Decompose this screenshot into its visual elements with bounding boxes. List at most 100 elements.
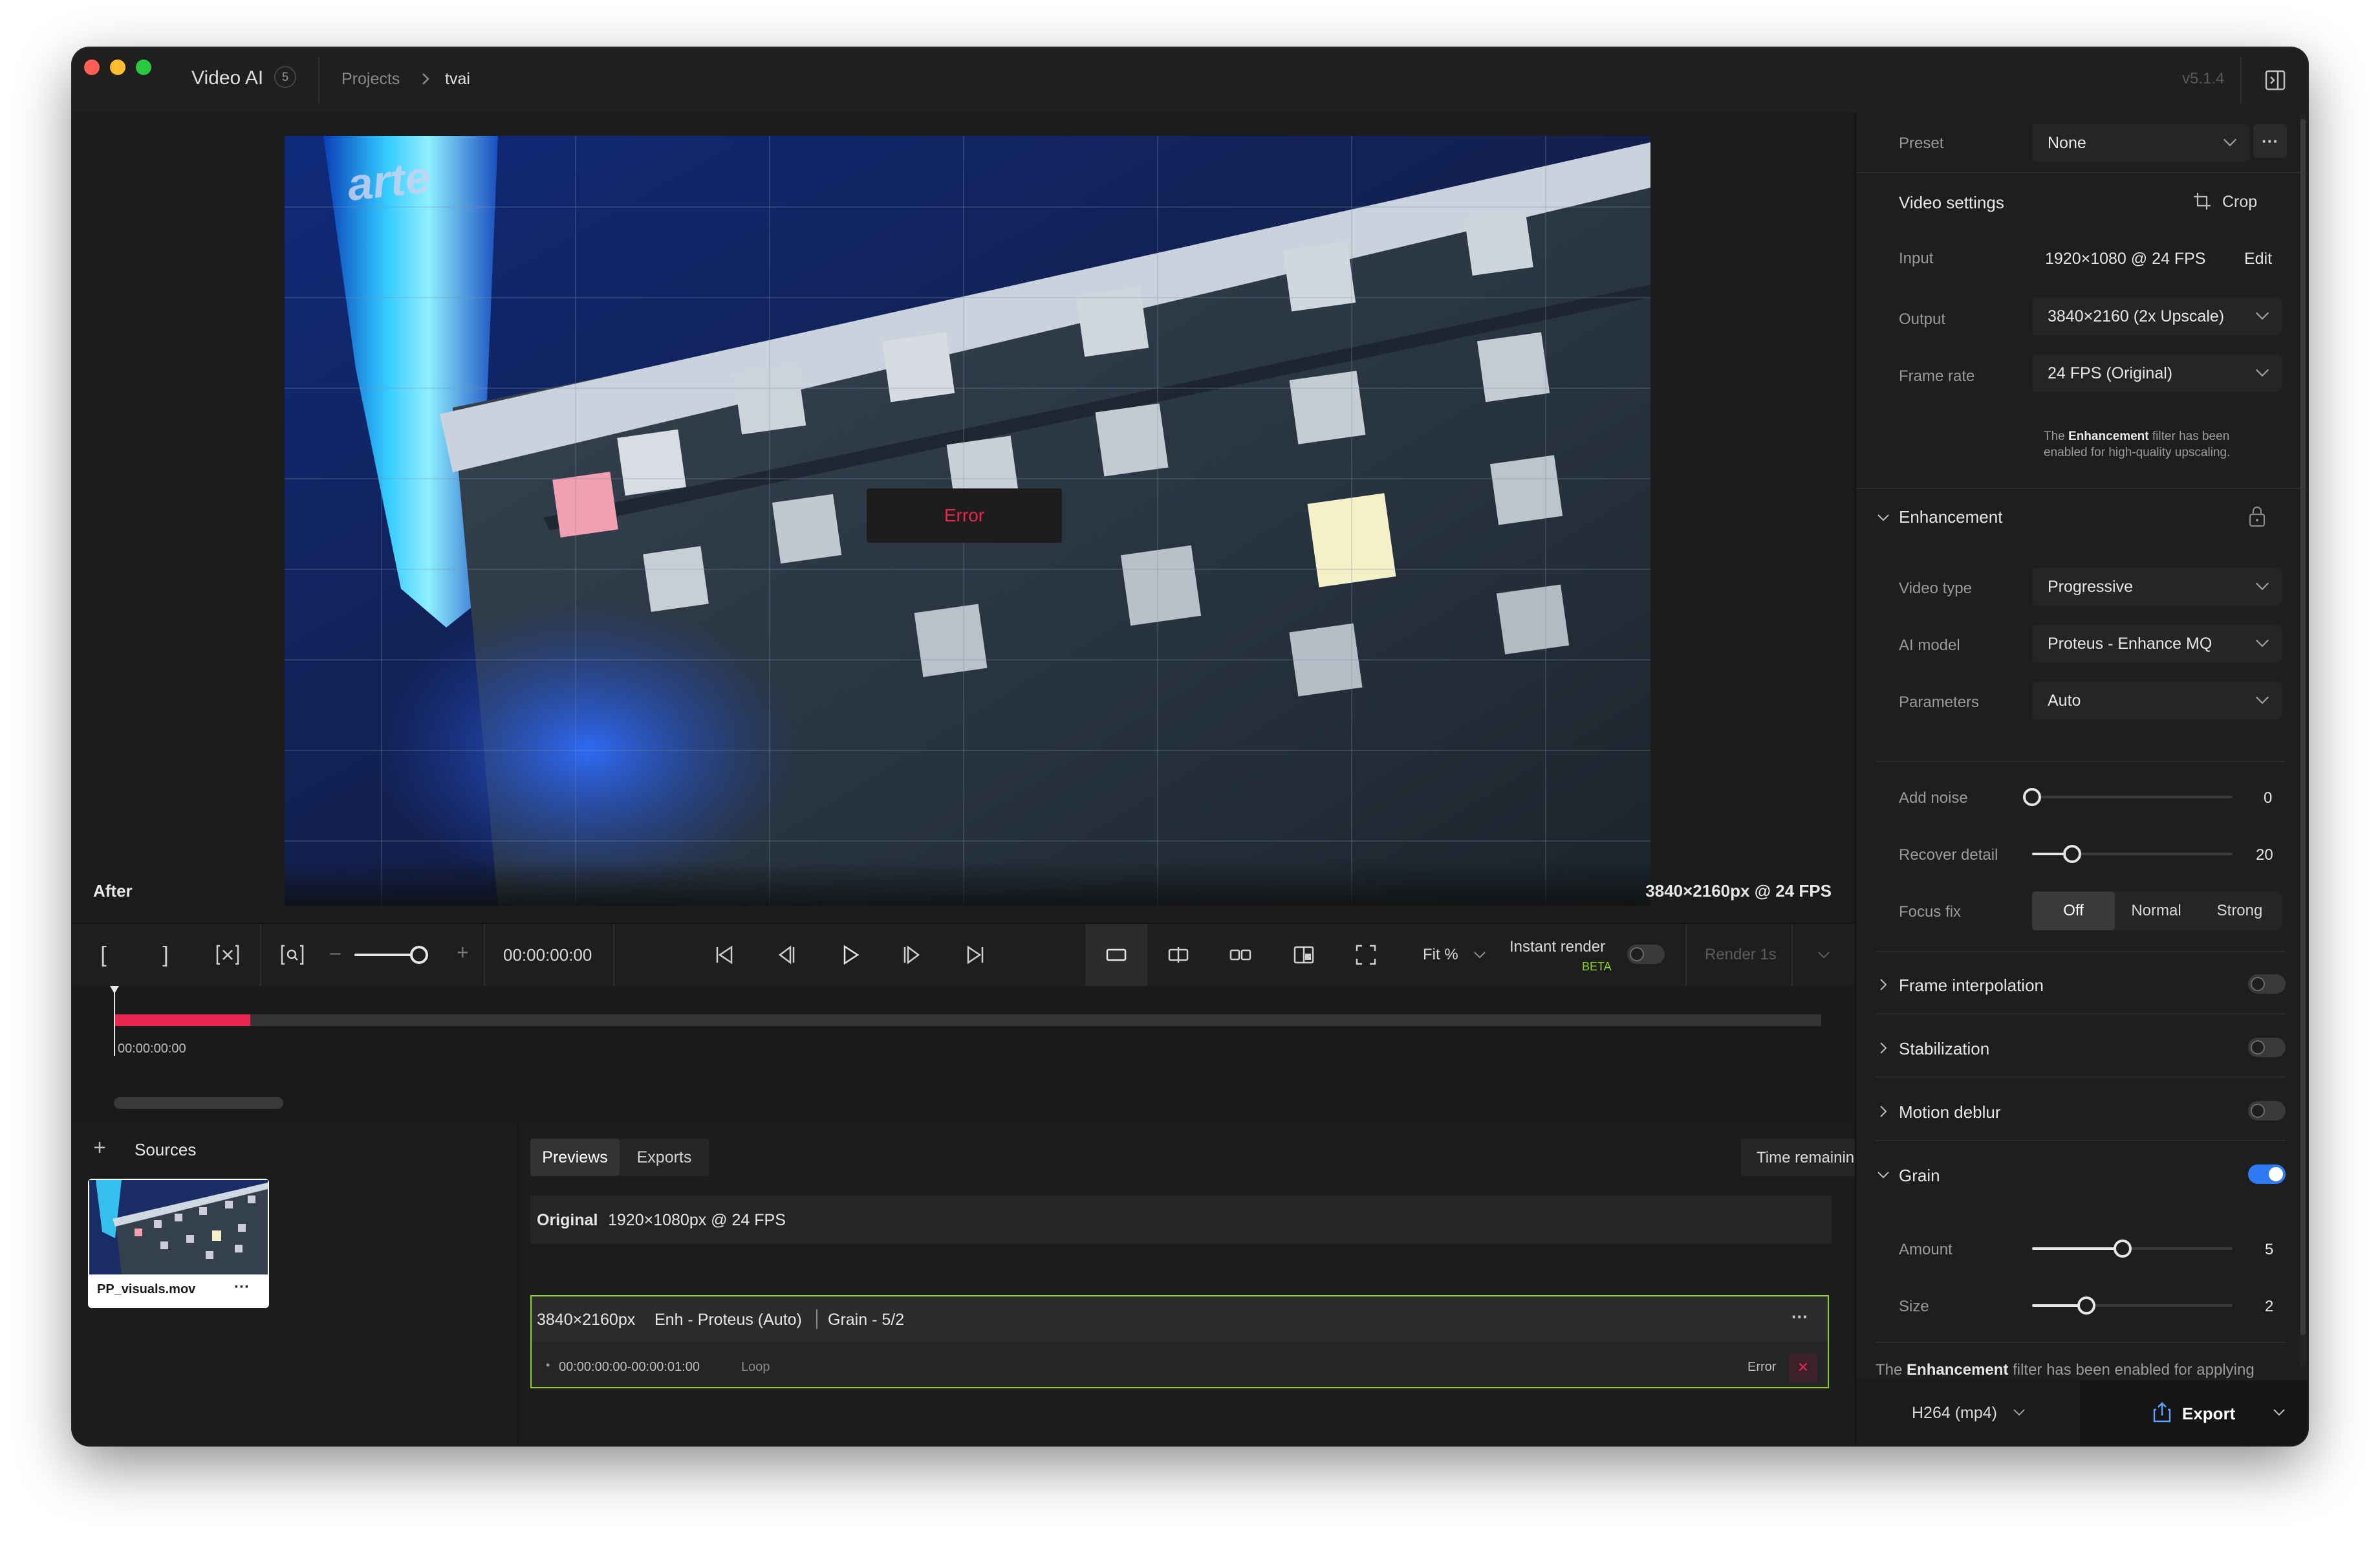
output-select[interactable]: 3840×2160 (2x Upscale) (2032, 298, 2282, 335)
video-bottom-fade (285, 860, 1650, 906)
add-source-icon[interactable]: + (87, 1135, 113, 1161)
video-type-select[interactable]: Progressive (2032, 568, 2282, 606)
output-chevron-down-icon (2255, 312, 2269, 320)
compare-button[interactable] (1273, 924, 1335, 986)
lock-icon[interactable] (2247, 505, 2267, 528)
export-button[interactable]: Export (2080, 1381, 2308, 1445)
video-type-chevron-down-icon (2255, 582, 2269, 591)
jump-to-end-button[interactable] (944, 924, 1006, 986)
panel-scrollbar-track[interactable] (2300, 113, 2306, 1368)
video-frame[interactable]: arte Error (285, 136, 1650, 906)
ai-model-select[interactable]: Proteus - Enhance MQ (2032, 625, 2282, 662)
motion-deblur-chevron-right-icon[interactable] (1876, 1104, 1891, 1119)
grain-amount-knob[interactable] (2114, 1240, 2132, 1258)
fullscreen-icon (1356, 945, 1376, 965)
render-button[interactable]: Render 1s (1705, 946, 1777, 964)
zoom-fit-button[interactable] (261, 924, 323, 986)
tv-watermark-logo: arte (345, 151, 433, 210)
zoom-in-button[interactable]: + (457, 941, 469, 965)
source-card[interactable]: PP_visuals.mov ··· (88, 1179, 269, 1308)
timeline-zoom-knob[interactable] (410, 946, 428, 964)
footer-note: The Enhancement filter has been enabled … (1876, 1361, 2255, 1379)
motion-deblur-title[interactable]: Motion deblur (1899, 1102, 2001, 1122)
job-loop-label: Loop (741, 1360, 770, 1374)
mark-in-button[interactable]: [ (72, 924, 135, 986)
tab-exports[interactable]: Exports (620, 1139, 709, 1176)
stabilization-toggle[interactable] (2248, 1038, 2286, 1057)
fullscreen-button[interactable] (1335, 924, 1397, 986)
enhancement-chevron-down-icon[interactable] (1876, 510, 1891, 525)
skip-start-icon (716, 945, 733, 965)
focus-fix-normal[interactable]: Normal (2115, 891, 2198, 930)
grain-chevron-down-icon[interactable] (1876, 1167, 1891, 1183)
toggle-sidebar-icon[interactable] (2262, 67, 2288, 93)
timeline-scrollbar[interactable] (114, 1097, 283, 1109)
play-button[interactable] (819, 924, 881, 986)
frame-rate-select[interactable]: 24 FPS (Original) (2032, 355, 2282, 392)
export-format-select[interactable]: H264 (mp4) (1912, 1404, 1997, 1423)
fit-zoom-select[interactable]: Fit % (1423, 946, 1458, 964)
render-options-chevron-icon[interactable] (1816, 947, 1832, 963)
zoom-out-button[interactable]: – (330, 942, 341, 964)
job-bullet: • (546, 1359, 550, 1372)
job-cancel-button[interactable]: ✕ (1789, 1353, 1817, 1382)
source-more-button[interactable]: ··· (234, 1278, 250, 1296)
tab-previews[interactable]: Previews (530, 1139, 620, 1176)
jump-to-start-button[interactable] (693, 924, 755, 986)
beta-badge: BETA (1582, 960, 1612, 973)
clear-marks-button[interactable] (197, 924, 259, 986)
split-view-button[interactable] (1147, 924, 1209, 986)
mark-out-button[interactable]: ] (135, 924, 197, 986)
preset-select[interactable]: None (2032, 124, 2249, 162)
recover-detail-knob[interactable] (2063, 845, 2081, 863)
side-by-side-button[interactable] (1209, 924, 1271, 986)
grain-title[interactable]: Grain (1899, 1166, 1940, 1186)
frame-interpolation-toggle[interactable] (2248, 974, 2286, 994)
timeline: 00:00:00:00 (72, 986, 1855, 1124)
add-noise-label: Add noise (1899, 789, 1968, 807)
export-bar: H264 (mp4) Export (1856, 1381, 2308, 1445)
preset-chevron-down-icon (2223, 138, 2237, 147)
focus-fix-off[interactable]: Off (2032, 891, 2115, 930)
frame-interpolation-chevron-right-icon[interactable] (1876, 977, 1891, 992)
format-chevron-down-icon[interactable] (2011, 1404, 2027, 1420)
grain-size-knob[interactable] (2077, 1296, 2095, 1315)
panel-scrollbar-thumb[interactable] (2300, 119, 2306, 1335)
add-noise-slider[interactable] (2032, 796, 2233, 798)
playhead-marker-icon[interactable] (110, 986, 119, 994)
focus-fix-strong[interactable]: Strong (2198, 891, 2282, 930)
previous-frame-button[interactable] (755, 924, 817, 986)
input-edit-button[interactable]: Edit (2244, 250, 2272, 268)
previews-panel: Previews Exports Time remaining Original… (519, 1124, 1908, 1445)
settings-panel: Preset None ··· Video settings Crop Inpu… (1855, 113, 2308, 1445)
grain-toggle[interactable] (2248, 1164, 2286, 1184)
preset-value: None (2048, 134, 2086, 152)
parameters-select[interactable]: Auto (2032, 682, 2282, 719)
ai-model-value: Proteus - Enhance MQ (2048, 635, 2212, 653)
single-view-icon (1106, 948, 1127, 961)
preset-more-button[interactable]: ··· (2253, 124, 2287, 158)
motion-deblur-toggle[interactable] (2248, 1101, 2286, 1120)
close-window-button[interactable] (84, 60, 100, 75)
current-timecode[interactable]: 00:00:00:00 (503, 945, 592, 965)
preview-job-card[interactable]: 3840×2160px Enh - Proteus (Auto) Grain -… (530, 1295, 1829, 1388)
next-frame-button[interactable] (881, 924, 943, 986)
add-noise-knob[interactable] (2023, 788, 2041, 806)
stabilization-chevron-right-icon[interactable] (1876, 1040, 1891, 1056)
minimize-window-button[interactable] (110, 60, 125, 75)
breadcrumb-projects[interactable]: Projects (341, 70, 400, 89)
zoom-window-button[interactable] (136, 60, 151, 75)
timeline-zoom-slider[interactable] (354, 954, 419, 956)
instant-render-toggle[interactable] (1627, 945, 1665, 964)
timeline-track[interactable] (114, 1014, 1821, 1026)
enhancement-title: Enhancement (1899, 507, 2003, 527)
single-view-button[interactable] (1085, 924, 1147, 986)
crop-icon[interactable] (2192, 191, 2212, 211)
original-label: Original (537, 1211, 598, 1229)
playhead[interactable] (114, 987, 115, 1056)
frame-interpolation-title[interactable]: Frame interpolation (1899, 976, 2044, 996)
crop-button[interactable]: Crop (2222, 193, 2257, 212)
stabilization-title[interactable]: Stabilization (1899, 1039, 1989, 1059)
playback-control-bar: [ ] – + 00:00:00:00 Fit % Instant render… (72, 923, 1855, 987)
job-more-button[interactable]: ··· (1791, 1307, 1808, 1327)
